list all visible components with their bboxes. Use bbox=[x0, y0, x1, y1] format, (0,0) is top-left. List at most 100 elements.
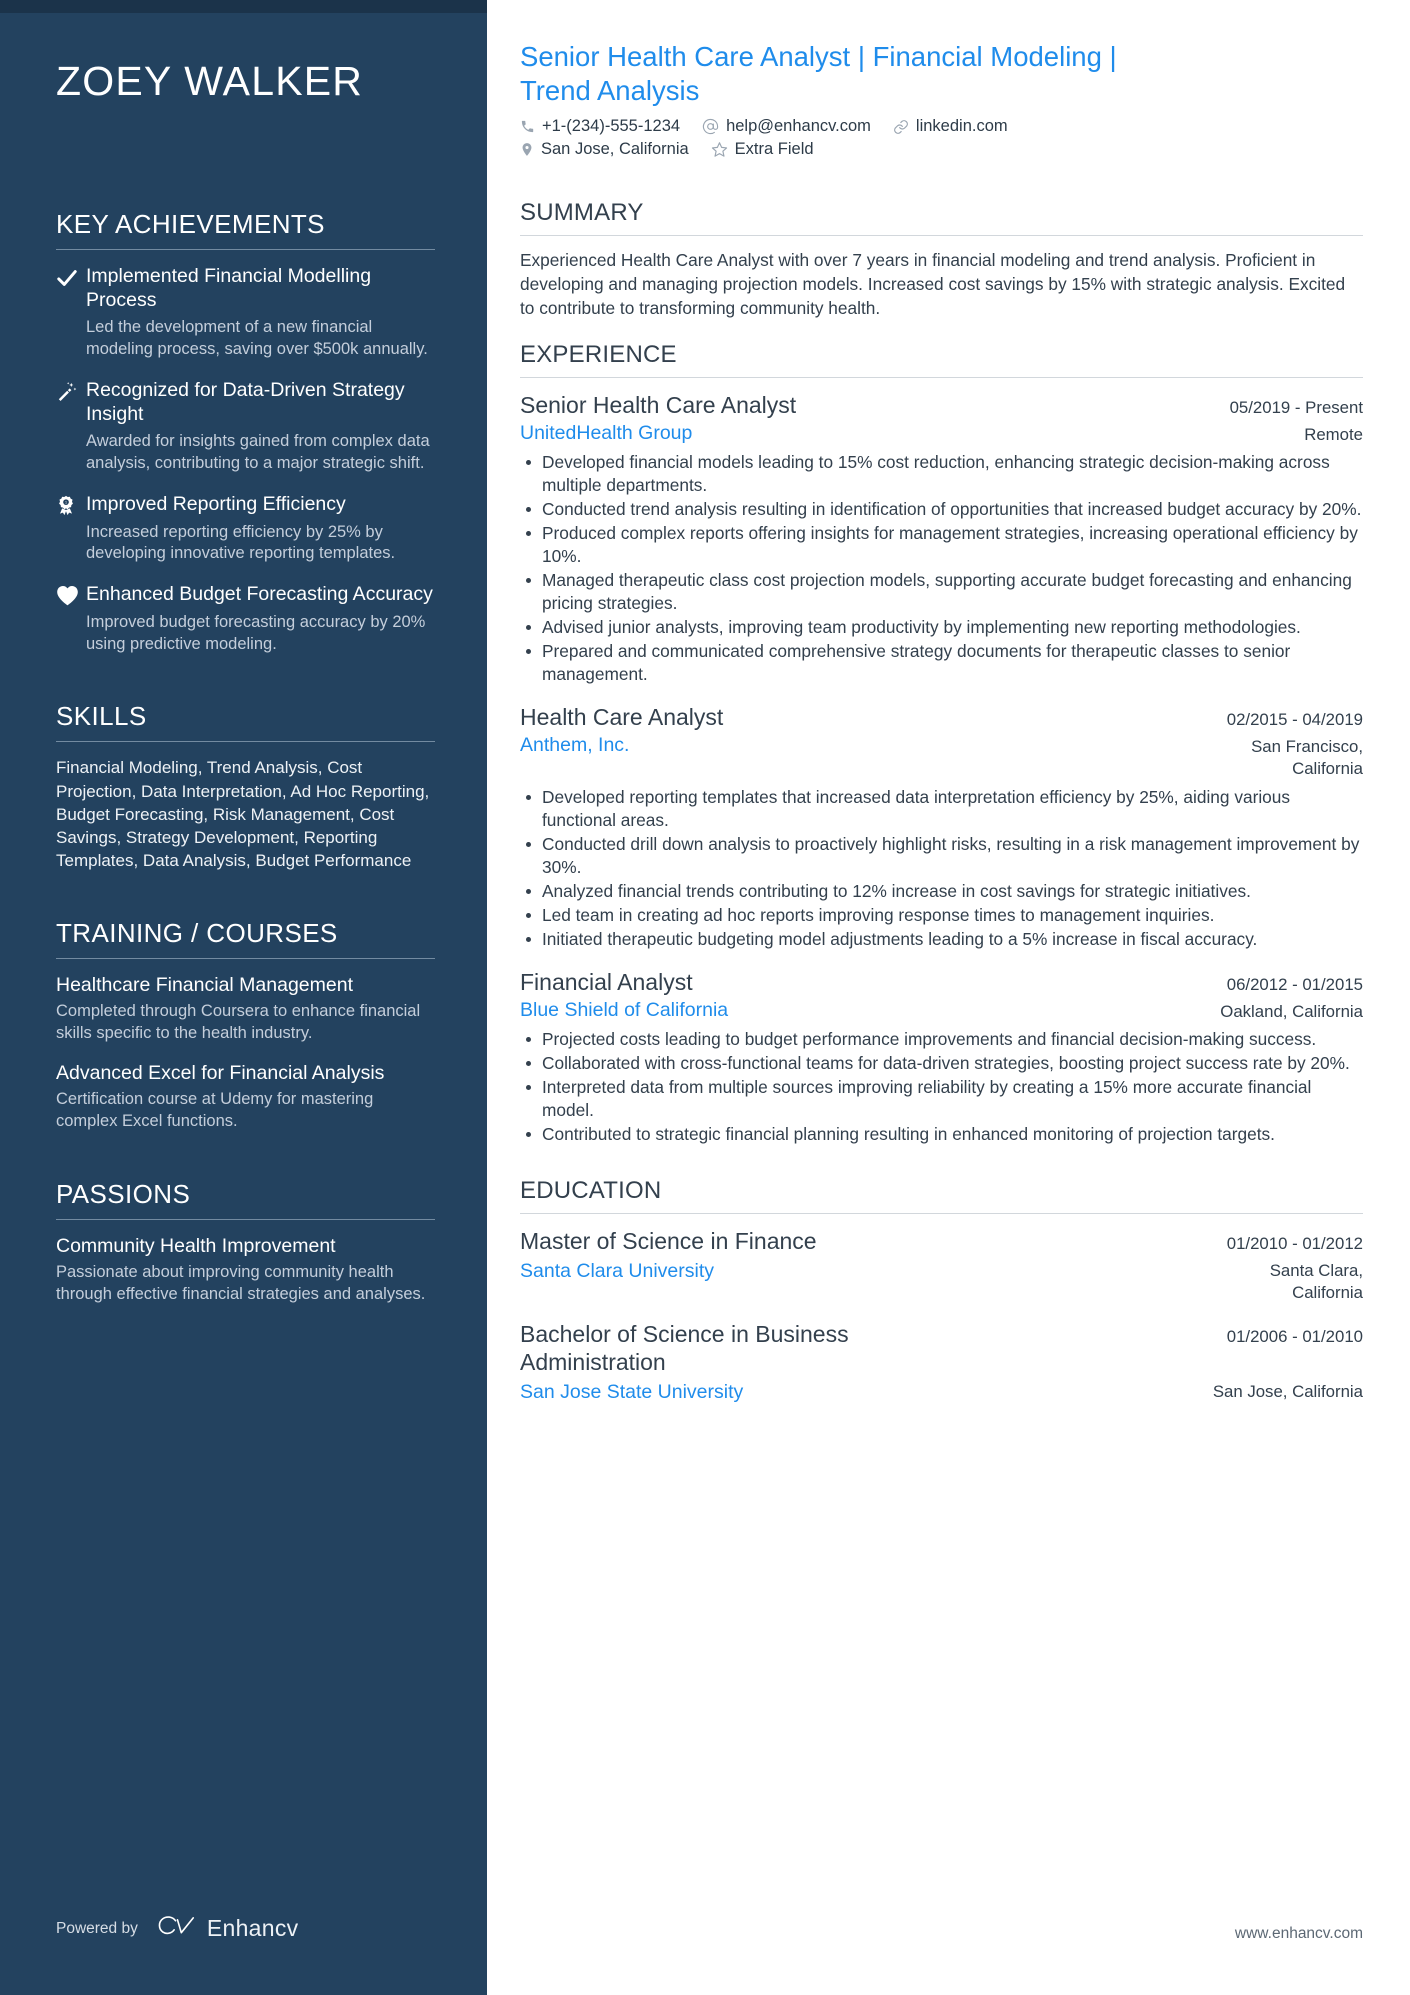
job-bullet: Developed financial models leading to 15… bbox=[520, 451, 1363, 497]
phone-icon bbox=[520, 119, 535, 134]
job-date: 05/2019 - Present bbox=[1229, 397, 1363, 417]
section-heading-summary: SUMMARY bbox=[520, 199, 644, 227]
check-icon bbox=[56, 264, 86, 289]
job-location: Oakland, California bbox=[1220, 1001, 1363, 1021]
contact-linkedin-text: linkedin.com bbox=[915, 117, 1008, 136]
education-item: Master of Science in Finance 01/2010 - 0… bbox=[520, 1227, 1363, 1303]
achievement-item: Enhanced Budget Forecasting Accuracy Imp… bbox=[56, 582, 435, 655]
link-icon bbox=[893, 119, 909, 135]
education-location: San Jose, California bbox=[1212, 1382, 1363, 1402]
job-bullet: Initiated therapeutic budgeting model ad… bbox=[520, 928, 1363, 951]
course-description: Completed through Coursera to enhance fi… bbox=[56, 1002, 421, 1043]
map-pin-icon bbox=[520, 141, 534, 158]
job-bullet: Conducted trend analysis resulting in id… bbox=[520, 498, 1363, 521]
enhancv-logo-icon bbox=[156, 1914, 198, 1943]
course-item: Advanced Excel for Financial Analysis Ce… bbox=[56, 1061, 435, 1133]
powered-by-label: Powered by bbox=[56, 1919, 138, 1937]
achievement-item: Recognized for Data-Driven Strategy Insi… bbox=[56, 378, 435, 475]
enhancv-brand-name: Enhancv bbox=[206, 1915, 299, 1941]
job-bullet: Collaborated with cross-functional teams… bbox=[520, 1052, 1363, 1075]
course-item: Healthcare Financial Management Complete… bbox=[56, 973, 435, 1045]
professional-headline: Senior Health Care Analyst | Financial M… bbox=[520, 41, 1117, 107]
achievement-item: 1 Improved Reporting Efficiency Increase… bbox=[56, 492, 435, 565]
job-company[interactable]: Blue Shield of California bbox=[520, 998, 728, 1023]
contact-row-2: San Jose, California Extra Field bbox=[520, 140, 1363, 159]
section-education: EDUCATION Master of Science in Finance 0… bbox=[520, 1163, 1363, 1405]
passion-title: Community Health Improvement bbox=[56, 1235, 336, 1258]
education-school[interactable]: Santa Clara University bbox=[520, 1259, 714, 1284]
education-degree: Bachelor of Science in Business Administ… bbox=[520, 1320, 849, 1376]
achievement-title: Implemented Financial Modelling Process bbox=[86, 264, 372, 312]
job-date: 06/2012 - 01/2015 bbox=[1226, 974, 1363, 994]
job-title: Health Care Analyst bbox=[520, 704, 724, 731]
sidebar-top-accent-bar bbox=[0, 0, 487, 13]
achievement-title: Improved Reporting Efficiency bbox=[86, 493, 346, 516]
education-item: Bachelor of Science in Business Administ… bbox=[520, 1320, 1363, 1406]
achievement-title: Enhanced Budget Forecasting Accuracy bbox=[86, 583, 433, 606]
contact-info: +1-(234)-555-1234 help@enhancv.com linke… bbox=[520, 117, 1363, 159]
contact-extra-field-text: Extra Field bbox=[734, 140, 814, 159]
job-bullet-list: Projected costs leading to budget perfor… bbox=[520, 1028, 1363, 1146]
section-heading-passions: PASSIONS bbox=[56, 1179, 191, 1210]
achievement-item: Implemented Financial Modelling Process … bbox=[56, 264, 435, 361]
job-bullet: Contributed to strategic financial plann… bbox=[520, 1123, 1363, 1146]
section-heading-education: EDUCATION bbox=[520, 1177, 662, 1205]
passion-item: Community Health Improvement Passionate … bbox=[56, 1234, 435, 1306]
contact-email[interactable]: help@enhancv.com bbox=[702, 117, 871, 136]
divider bbox=[56, 741, 435, 743]
achievement-description: Improved budget forecasting accuracy by … bbox=[86, 612, 426, 653]
section-summary: SUMMARY Experienced Health Care Analyst … bbox=[520, 185, 1363, 321]
experience-item: Financial Analyst 06/2012 - 01/2015 Blue… bbox=[520, 968, 1363, 1147]
heart-icon bbox=[56, 582, 86, 606]
section-key-achievements: KEY ACHIEVEMENTS Implemented Financial M… bbox=[56, 209, 435, 656]
section-heading-training: TRAINING / COURSES bbox=[56, 917, 338, 948]
contact-extra-field: Extra Field bbox=[711, 140, 814, 159]
course-description: Certification course at Udemy for master… bbox=[56, 1090, 374, 1131]
job-bullet: Prepared and communicated comprehensive … bbox=[520, 640, 1363, 686]
job-title: Senior Health Care Analyst bbox=[520, 391, 797, 418]
divider bbox=[520, 235, 1363, 237]
job-bullet: Analyzed financial trends contributing t… bbox=[520, 880, 1363, 903]
contact-linkedin[interactable]: linkedin.com bbox=[893, 117, 1008, 136]
section-heading-skills: SKILLS bbox=[56, 701, 147, 732]
powered-by-enhancv: Powered by Enhancv bbox=[56, 1914, 298, 1943]
sidebar: ZOEY WALKER KEY ACHIEVEMENTS Implemented… bbox=[0, 0, 487, 1995]
main-content: Senior Health Care Analyst | Financial M… bbox=[487, 0, 1410, 1995]
section-passions: PASSIONS Community Health Improvement Pa… bbox=[56, 1179, 435, 1306]
divider bbox=[520, 1213, 1363, 1215]
job-company[interactable]: UnitedHealth Group bbox=[520, 421, 692, 446]
divider bbox=[56, 248, 435, 250]
education-date: 01/2006 - 01/2010 bbox=[1226, 1326, 1363, 1346]
divider bbox=[520, 376, 1363, 378]
divider bbox=[56, 1219, 435, 1221]
contact-location: San Jose, California bbox=[520, 140, 689, 159]
job-company[interactable]: Anthem, Inc. bbox=[520, 733, 629, 758]
svg-text:1: 1 bbox=[65, 501, 67, 505]
job-bullet: Interpreted data from multiple sources i… bbox=[520, 1076, 1363, 1122]
contact-phone-text: +1-(234)-555-1234 bbox=[542, 117, 681, 136]
education-school[interactable]: San Jose State University bbox=[520, 1380, 743, 1405]
divider bbox=[56, 957, 435, 959]
course-title: Advanced Excel for Financial Analysis bbox=[56, 1062, 385, 1085]
skills-list: Financial Modeling, Trend Analysis, Cost… bbox=[56, 758, 430, 870]
contact-phone[interactable]: +1-(234)-555-1234 bbox=[520, 117, 680, 136]
passion-description: Passionate about improving community hea… bbox=[56, 1263, 426, 1304]
achievement-description: Awarded for insights gained from complex… bbox=[86, 432, 430, 473]
course-title: Healthcare Financial Management bbox=[56, 973, 353, 996]
enhancv-brand: Enhancv bbox=[156, 1914, 299, 1943]
footer-url: www.enhancv.com bbox=[1234, 1925, 1363, 1942]
job-bullet-list: Developed financial models leading to 15… bbox=[520, 451, 1363, 686]
candidate-name: ZOEY WALKER bbox=[56, 58, 364, 104]
job-bullet: Led team in creating ad hoc reports impr… bbox=[520, 904, 1363, 927]
job-bullet-list: Developed reporting templates that incre… bbox=[520, 786, 1363, 951]
section-experience: EXPERIENCE Senior Health Care Analyst 05… bbox=[520, 327, 1363, 1147]
job-bullet: Produced complex reports offering insigh… bbox=[520, 522, 1363, 568]
job-bullet: Developed reporting templates that incre… bbox=[520, 786, 1363, 832]
contact-row-1: +1-(234)-555-1234 help@enhancv.com linke… bbox=[520, 117, 1363, 136]
contact-email-text: help@enhancv.com bbox=[726, 117, 871, 136]
star-icon bbox=[711, 141, 728, 158]
experience-item: Senior Health Care Analyst 05/2019 - Pre… bbox=[520, 391, 1363, 687]
job-bullet: Advised junior analysts, improving team … bbox=[520, 616, 1363, 639]
section-skills: SKILLS Financial Modeling, Trend Analysi… bbox=[56, 701, 435, 872]
education-date: 01/2010 - 01/2012 bbox=[1226, 1234, 1363, 1254]
